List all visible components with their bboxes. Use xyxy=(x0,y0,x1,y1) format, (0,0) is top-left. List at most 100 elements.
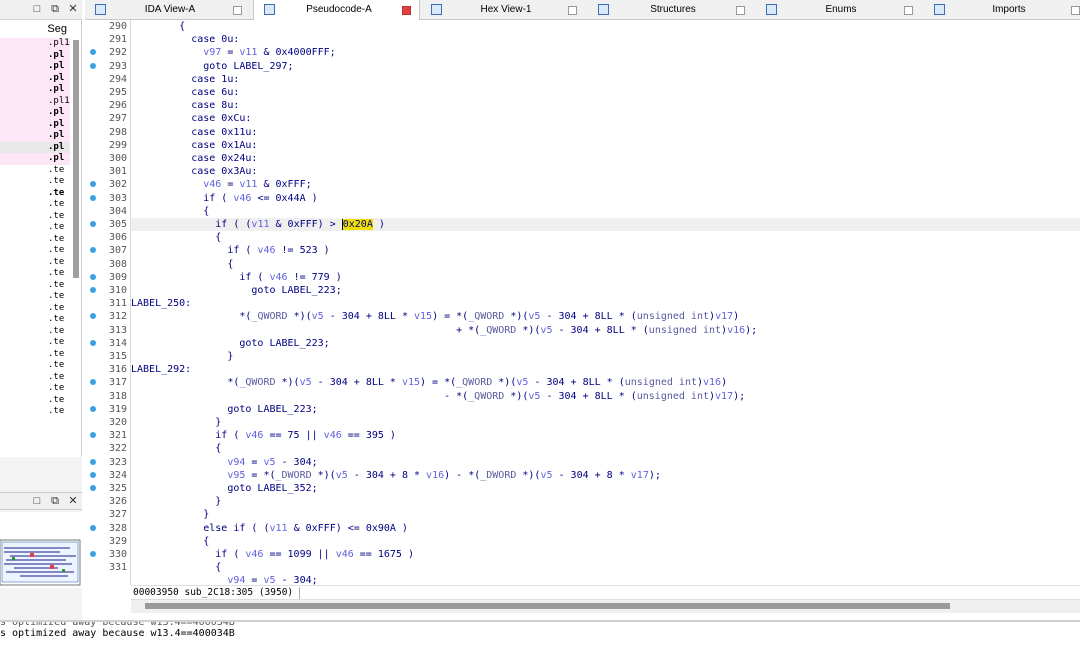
code-line[interactable]: v94 = v5 - 304; xyxy=(131,574,1080,585)
segment-row[interactable]: .te xyxy=(0,406,70,418)
breakpoint-marker-icon[interactable] xyxy=(90,62,96,69)
gutter-line[interactable]: 295 xyxy=(85,86,131,99)
segment-row[interactable]: .te xyxy=(0,211,70,223)
segment-row[interactable]: .te xyxy=(0,395,70,407)
code-line[interactable]: { xyxy=(131,535,1080,548)
segment-row[interactable]: .te xyxy=(0,234,70,246)
code-line[interactable]: + *(_QWORD *)(v5 - 304 + 8LL * (unsigned… xyxy=(131,324,1080,337)
gutter-line[interactable]: 319 xyxy=(85,403,131,416)
code-line[interactable]: LABEL_292: xyxy=(131,363,1080,376)
segment-row[interactable]: .te xyxy=(0,303,70,315)
restore-icon[interactable]: □ xyxy=(31,495,43,508)
segment-row[interactable]: .te xyxy=(0,326,70,338)
code-line[interactable]: goto LABEL_297; xyxy=(131,60,1080,73)
close-icon[interactable]: ✕ xyxy=(67,3,79,16)
gutter-line[interactable]: 323 xyxy=(85,456,131,469)
segment-row[interactable]: .te xyxy=(0,360,70,372)
code-line[interactable]: if ( v46 <= 0x44A ) xyxy=(131,192,1080,205)
code-line[interactable]: { xyxy=(131,442,1080,455)
tab-pseudocode-a[interactable]: Pseudocode-A xyxy=(253,0,420,20)
output-window[interactable]: s optimized away because w13.4==400034B … xyxy=(0,620,1080,654)
code-line[interactable]: { xyxy=(131,231,1080,244)
code-line[interactable]: case 0x24u: xyxy=(131,152,1080,165)
gutter-line[interactable]: 311 xyxy=(85,297,131,310)
code-line[interactable]: case 0x1Au: xyxy=(131,139,1080,152)
gutter-line[interactable]: 314 xyxy=(85,337,131,350)
segment-row[interactable]: .te xyxy=(0,257,70,269)
restore-icon[interactable]: □ xyxy=(31,3,43,16)
gutter-line[interactable]: 329 xyxy=(85,535,131,548)
code-line[interactable]: case 0x3Au: xyxy=(131,165,1080,178)
code-line[interactable]: case 8u: xyxy=(131,99,1080,112)
code-line[interactable]: case 6u: xyxy=(131,86,1080,99)
segment-row[interactable]: .pl xyxy=(0,72,70,84)
code-line[interactable]: } xyxy=(131,508,1080,521)
gutter-line[interactable]: 327 xyxy=(85,508,131,521)
gutter-line[interactable]: 297 xyxy=(85,112,131,125)
gutter-line[interactable]: 306 xyxy=(85,231,131,244)
code-line[interactable]: { xyxy=(131,561,1080,574)
breakpoint-marker-icon[interactable] xyxy=(90,339,96,346)
gutter-line[interactable]: 330 xyxy=(85,548,131,561)
float-icon[interactable]: ⧉ xyxy=(49,3,61,16)
tab-close-icon[interactable] xyxy=(568,6,577,15)
tab-close-icon[interactable] xyxy=(402,6,411,15)
segment-row[interactable]: .te xyxy=(0,280,70,292)
code-line[interactable]: { xyxy=(131,20,1080,33)
segment-row[interactable]: .pl xyxy=(0,49,70,61)
segment-row[interactable]: .te xyxy=(0,199,70,211)
breakpoint-marker-icon[interactable] xyxy=(90,194,96,201)
tab-enums[interactable]: Enums xyxy=(756,0,923,20)
code-line[interactable]: v94 = v5 - 304; xyxy=(131,456,1080,469)
gutter-line[interactable]: 305 xyxy=(85,218,131,231)
breakpoint-marker-icon[interactable] xyxy=(90,221,96,227)
graph-overview[interactable] xyxy=(0,512,82,588)
tab-structures[interactable]: Structures xyxy=(588,0,755,20)
code-line[interactable]: goto LABEL_223; xyxy=(131,403,1080,416)
breakpoint-marker-icon[interactable] xyxy=(90,273,96,280)
gutter-line[interactable]: 309 xyxy=(85,271,131,284)
code-line[interactable]: if ( v46 == 75 || v46 == 395 ) xyxy=(131,429,1080,442)
segment-row[interactable]: .pl xyxy=(0,107,70,119)
gutter-line[interactable]: 308 xyxy=(85,258,131,271)
gutter-line[interactable]: 303 xyxy=(85,192,131,205)
code-line[interactable]: case 1u: xyxy=(131,73,1080,86)
gutter-line[interactable]: 300 xyxy=(85,152,131,165)
code-line[interactable]: if ( v46 != 523 ) xyxy=(131,244,1080,257)
tab-hex-view-1[interactable]: Hex View-1 xyxy=(421,0,587,20)
breakpoint-marker-icon[interactable] xyxy=(90,49,96,56)
gutter-line[interactable]: 312 xyxy=(85,310,131,323)
gutter-line[interactable]: 298 xyxy=(85,126,131,139)
segment-row[interactable]: .te xyxy=(0,222,70,234)
code-line[interactable]: { xyxy=(131,205,1080,218)
gutter-line[interactable]: 296 xyxy=(85,99,131,112)
gutter-line[interactable]: 290 xyxy=(85,20,131,33)
segment-row[interactable]: .te xyxy=(0,176,70,188)
code-line[interactable]: } xyxy=(131,495,1080,508)
segment-row[interactable]: .te xyxy=(0,165,70,177)
breakpoint-marker-icon[interactable] xyxy=(90,471,96,478)
code-line[interactable]: LABEL_250: xyxy=(131,297,1080,310)
gutter-line[interactable]: 320 xyxy=(85,416,131,429)
breakpoint-marker-icon[interactable] xyxy=(90,379,96,386)
segment-row[interactable]: .te xyxy=(0,245,70,257)
tab-ida-view-a[interactable]: IDA View-A xyxy=(85,0,252,20)
code-line[interactable]: goto LABEL_223; xyxy=(131,284,1080,297)
code-line[interactable]: case 0u: xyxy=(131,33,1080,46)
code-line[interactable]: if ( (v11 & 0xFFF) > 0x20A ) xyxy=(131,218,1080,232)
segment-row[interactable]: .te xyxy=(0,188,70,200)
gutter-line[interactable]: 302 xyxy=(85,178,131,191)
segment-row[interactable]: .te xyxy=(0,268,70,280)
code-line[interactable]: if ( v46 == 1099 || v46 == 1675 ) xyxy=(131,548,1080,561)
segment-row[interactable]: .pl xyxy=(0,84,70,96)
gutter-line[interactable]: 315 xyxy=(85,350,131,363)
gutter-line[interactable]: 299 xyxy=(85,139,131,152)
gutter-line[interactable]: 318 xyxy=(85,390,131,403)
float-icon[interactable]: ⧉ xyxy=(49,495,61,508)
code-line[interactable]: case 0x11u: xyxy=(131,126,1080,139)
gutter-line[interactable]: 325 xyxy=(85,482,131,495)
code-line[interactable]: goto LABEL_223; xyxy=(131,337,1080,350)
segment-row[interactable]: .pl xyxy=(0,130,70,142)
segment-row[interactable]: .te xyxy=(0,372,70,384)
gutter-line[interactable]: 322 xyxy=(85,442,131,455)
